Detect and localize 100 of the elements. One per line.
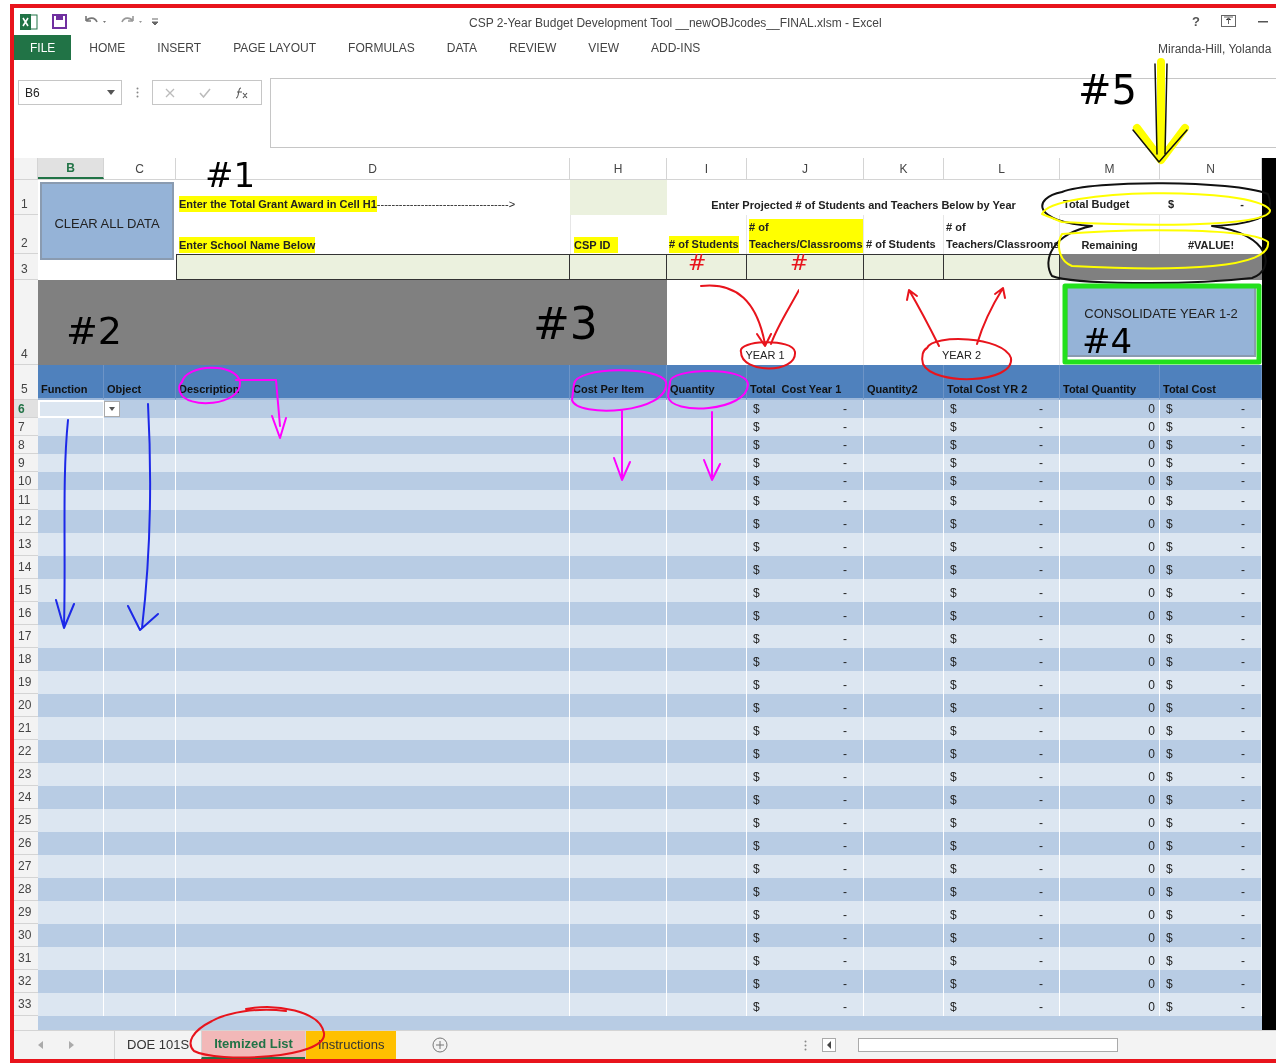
- currency-symbol: $: [1166, 401, 1173, 418]
- row-number[interactable]: 30: [14, 924, 38, 947]
- column-header[interactable]: L: [944, 158, 1060, 179]
- amount-value: -: [843, 884, 848, 901]
- spreadsheet-app-icon[interactable]: [20, 13, 38, 30]
- horizontal-scrollbar[interactable]: [858, 1038, 1118, 1052]
- column-heading: Total Cost: [1160, 365, 1262, 400]
- column-header[interactable]: C: [104, 158, 176, 179]
- row-number[interactable]: 17: [14, 625, 38, 648]
- school-name-input[interactable]: [176, 254, 570, 280]
- clear-all-data-button[interactable]: CLEAR ALL DATA: [40, 182, 174, 260]
- currency-symbol: $: [753, 976, 760, 993]
- quantity-value: 0: [1148, 861, 1155, 878]
- ribbon-tab[interactable]: PAGE LAYOUT: [217, 35, 333, 60]
- add-sheet-icon[interactable]: [432, 1037, 449, 1053]
- row-number[interactable]: 13: [14, 533, 38, 556]
- row-number[interactable]: 26: [14, 832, 38, 855]
- row-number[interactable]: 14: [14, 556, 38, 579]
- check-icon[interactable]: [199, 87, 211, 98]
- ribbon-tab[interactable]: REVIEW: [493, 35, 573, 60]
- row-number[interactable]: 33: [14, 993, 38, 1016]
- amount-value: -: [1241, 861, 1246, 878]
- ribbon-tab[interactable]: INSERT: [141, 35, 218, 60]
- row-number[interactable]: 3: [14, 254, 38, 280]
- row-number[interactable]: 16: [14, 602, 38, 625]
- ribbon-tab[interactable]: FORMULAS: [332, 35, 431, 60]
- selected-cell[interactable]: [38, 400, 104, 418]
- row-number[interactable]: 28: [14, 878, 38, 901]
- function-icon[interactable]: [235, 86, 249, 99]
- row-number[interactable]: 15: [14, 579, 38, 602]
- column-header[interactable]: B: [38, 158, 104, 179]
- more-options-icon[interactable]: [804, 1040, 807, 1051]
- ribbon-display-icon[interactable]: [1221, 15, 1236, 27]
- currency-symbol: $: [950, 838, 957, 855]
- scroll-left-icon[interactable]: [822, 1038, 836, 1052]
- cancel-icon[interactable]: [165, 87, 175, 98]
- enrollment-input[interactable]: [944, 254, 1060, 280]
- row-number[interactable]: 24: [14, 786, 38, 809]
- column-heading: Quantity: [667, 365, 747, 400]
- row-number[interactable]: 18: [14, 648, 38, 671]
- amount-value: -: [1241, 455, 1246, 472]
- name-box[interactable]: B6: [18, 80, 122, 105]
- row-number[interactable]: 22: [14, 740, 38, 763]
- enrollment-input[interactable]: [864, 254, 944, 280]
- row-number[interactable]: 27: [14, 855, 38, 878]
- ribbon-tab[interactable]: VIEW: [572, 35, 635, 60]
- sheet-tab[interactable]: Instructions: [304, 1031, 397, 1059]
- more-options-icon[interactable]: [136, 87, 139, 98]
- row-number[interactable]: 5: [14, 365, 38, 400]
- consolidate-button[interactable]: CONSOLIDATE YEAR 1-2 #4: [1066, 286, 1256, 357]
- minimize-icon[interactable]: [1258, 21, 1268, 23]
- quantity-value: 0: [1148, 654, 1155, 671]
- amount-value: -: [843, 585, 848, 602]
- column-header[interactable]: K: [864, 158, 944, 179]
- ribbon-tab[interactable]: FILE: [14, 35, 72, 60]
- row-number[interactable]: 20: [14, 694, 38, 717]
- row-number[interactable]: 29: [14, 901, 38, 924]
- customize-toolbar-icon[interactable]: [151, 17, 159, 26]
- row-number[interactable]: 25: [14, 809, 38, 832]
- column-header[interactable]: M: [1060, 158, 1160, 179]
- csp-id-input[interactable]: [570, 254, 667, 280]
- save-icon[interactable]: [52, 14, 67, 29]
- grant-input-cell[interactable]: [570, 180, 667, 215]
- ribbon-tab[interactable]: HOME: [73, 35, 142, 60]
- row-number[interactable]: 6: [14, 400, 38, 418]
- column-header[interactable]: I: [667, 158, 747, 179]
- row-number[interactable]: 21: [14, 717, 38, 740]
- row-number[interactable]: 32: [14, 970, 38, 993]
- next-sheet-icon[interactable]: [68, 1041, 74, 1049]
- amount-value: -: [843, 419, 848, 436]
- row-number[interactable]: 7: [14, 418, 38, 436]
- currency-symbol: $: [1166, 455, 1173, 472]
- ribbon-tab[interactable]: ADD-INS: [635, 35, 717, 60]
- row-number[interactable]: 8: [14, 436, 38, 454]
- currency-symbol: $: [950, 746, 957, 763]
- quantity-value: 0: [1148, 976, 1155, 993]
- dropdown-icon[interactable]: [104, 401, 120, 417]
- amount-value: -: [1241, 792, 1246, 809]
- row-number[interactable]: 9: [14, 454, 38, 472]
- column-header[interactable]: H: [570, 158, 667, 179]
- column-header[interactable]: J: [747, 158, 864, 179]
- row-number[interactable]: 12: [14, 510, 38, 533]
- row-number[interactable]: 2: [14, 215, 38, 254]
- currency-symbol: $: [753, 700, 760, 717]
- row-number[interactable]: 11: [14, 490, 38, 510]
- enrollment-input[interactable]: [747, 254, 864, 280]
- ribbon-tab[interactable]: DATA: [430, 35, 493, 60]
- help-icon[interactable]: ?: [1192, 12, 1200, 32]
- previous-sheet-icon[interactable]: [38, 1041, 44, 1049]
- row-number[interactable]: 10: [14, 472, 38, 490]
- row-number[interactable]: 23: [14, 763, 38, 786]
- column-header[interactable]: N: [1160, 158, 1262, 179]
- row-number[interactable]: 31: [14, 947, 38, 970]
- row-number[interactable]: 1: [14, 180, 38, 215]
- row-number[interactable]: 4: [14, 280, 38, 365]
- quantity-value: 0: [1148, 631, 1155, 648]
- enrollment-input[interactable]: [667, 254, 747, 280]
- currency-symbol: $: [950, 539, 957, 556]
- amount-value: -: [1039, 792, 1044, 809]
- row-number[interactable]: 19: [14, 671, 38, 694]
